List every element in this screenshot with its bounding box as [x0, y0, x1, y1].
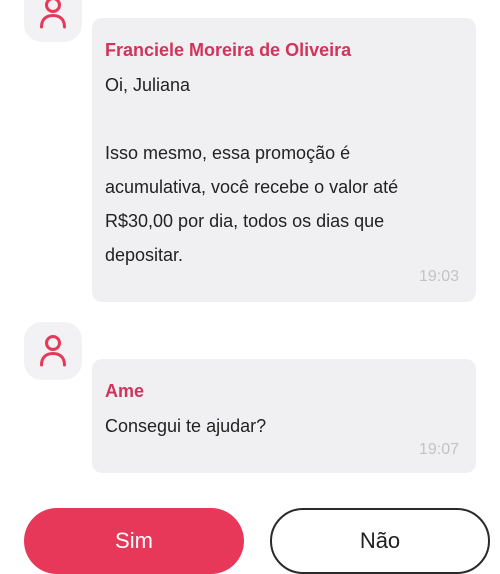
message-line: Isso mesmo, essa promoção é — [105, 143, 351, 163]
message-timestamp: 19:03 — [418, 268, 459, 285]
user-icon — [40, 0, 66, 29]
user-icon — [40, 335, 66, 367]
message-line: Oi, Juliana — [105, 75, 191, 95]
yes-button[interactable]: Sim — [24, 508, 244, 574]
message-sender: Ame — [105, 381, 145, 401]
message-line: depositar. — [105, 245, 184, 265]
message-bubble: Franciele Moreira de Oliveira Oi, Julian… — [92, 18, 476, 302]
chat-thread: Franciele Moreira de Oliveira Oi, Julian… — [0, 0, 500, 574]
message-timestamp: 19:07 — [418, 441, 459, 458]
avatar — [24, 322, 82, 380]
avatar — [24, 0, 82, 42]
message-bubble: Ame Consegui te ajudar? 19:07 — [92, 359, 476, 473]
message-line: Consegui te ajudar? — [105, 416, 267, 436]
message-sender: Franciele Moreira de Oliveira — [105, 40, 352, 60]
no-button[interactable]: Não — [270, 508, 490, 574]
message-line: acumulativa, você recebe o valor até — [105, 177, 399, 197]
message-line-empty — [105, 102, 462, 136]
message-line: R$30,00 por dia, todos os dias que — [105, 211, 385, 231]
